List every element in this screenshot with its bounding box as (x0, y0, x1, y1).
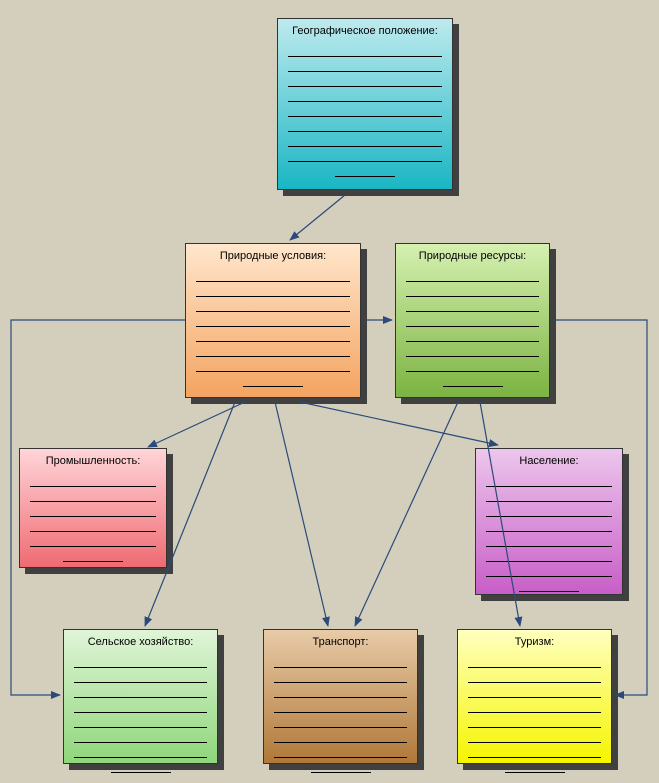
rule-line (30, 517, 156, 532)
note-res: Природные ресурсы: (395, 243, 550, 398)
arrow-res-trans (355, 402, 458, 626)
arrow-geo-cond (290, 195, 345, 240)
rule-line-short (505, 758, 565, 773)
rule-line (30, 472, 156, 487)
rule-line (406, 342, 539, 357)
arrow-cond-trans (275, 402, 328, 626)
rule-line (486, 502, 612, 517)
rule-line (74, 668, 207, 683)
rule-line (274, 743, 407, 758)
rule-line (74, 683, 207, 698)
diagram-canvas: { "nodes": { "geo": { "title": "Географи… (0, 0, 659, 783)
note-title: Промышленность: (30, 455, 156, 468)
rule-line (288, 72, 442, 87)
arrow-cond-pop (300, 402, 498, 445)
rule-line (274, 698, 407, 713)
note-trans: Транспорт: (263, 629, 418, 764)
rule-line (288, 132, 442, 147)
rule-line (30, 502, 156, 517)
rule-line (468, 743, 601, 758)
rule-line (196, 357, 350, 372)
rule-line (196, 342, 350, 357)
rule-line (486, 547, 612, 562)
rule-line-short (63, 547, 123, 562)
note-title: Природные ресурсы: (406, 250, 539, 263)
rule-line (406, 327, 539, 342)
rule-line (468, 653, 601, 668)
note-title: Транспорт: (274, 636, 407, 649)
note-pop: Население: (475, 448, 623, 595)
rule-line (406, 297, 539, 312)
rule-line (288, 147, 442, 162)
rule-line (406, 282, 539, 297)
rule-line (486, 487, 612, 502)
rule-line (288, 57, 442, 72)
rule-line (486, 532, 612, 547)
note-cond: Природные условия: (185, 243, 361, 398)
note-agr: Сельское хозяйство: (63, 629, 218, 764)
rule-line (30, 532, 156, 547)
rule-line (196, 312, 350, 327)
rule-line-short (311, 758, 371, 773)
rule-line (288, 102, 442, 117)
rule-line (30, 487, 156, 502)
rule-line (486, 562, 612, 577)
note-title: Природные условия: (196, 250, 350, 263)
rule-line (274, 728, 407, 743)
rule-line (274, 683, 407, 698)
note-tour: Туризм: (457, 629, 612, 764)
rule-line-short (111, 758, 171, 773)
rule-line (196, 282, 350, 297)
note-title: Сельское хозяйство: (74, 636, 207, 649)
rule-line (74, 698, 207, 713)
rule-line (468, 728, 601, 743)
note-title: Туризм: (468, 636, 601, 649)
rule-line (486, 517, 612, 532)
rule-line (74, 653, 207, 668)
rule-line (288, 117, 442, 132)
rule-line (406, 357, 539, 372)
rule-line (468, 713, 601, 728)
rule-line (468, 698, 601, 713)
rule-line (196, 327, 350, 342)
rule-line (74, 713, 207, 728)
rule-line (196, 297, 350, 312)
rule-line (274, 713, 407, 728)
rule-line-short (443, 372, 503, 387)
rule-line (274, 668, 407, 683)
rule-line (288, 87, 442, 102)
rule-line (486, 472, 612, 487)
rule-line-short (519, 577, 579, 592)
rule-line (406, 312, 539, 327)
note-title: Население: (486, 455, 612, 468)
rule-line (274, 653, 407, 668)
rule-line (196, 267, 350, 282)
rule-line (406, 267, 539, 282)
arrow-cond-ind (148, 402, 245, 447)
rule-line-short (335, 162, 395, 177)
note-geo: Географическое положение: (277, 18, 453, 190)
rule-line (468, 683, 601, 698)
rule-line (74, 728, 207, 743)
rule-line (468, 668, 601, 683)
note-ind: Промышленность: (19, 448, 167, 568)
note-title: Географическое положение: (288, 25, 442, 38)
rule-line (74, 743, 207, 758)
rule-line-short (243, 372, 303, 387)
rule-line (288, 42, 442, 57)
